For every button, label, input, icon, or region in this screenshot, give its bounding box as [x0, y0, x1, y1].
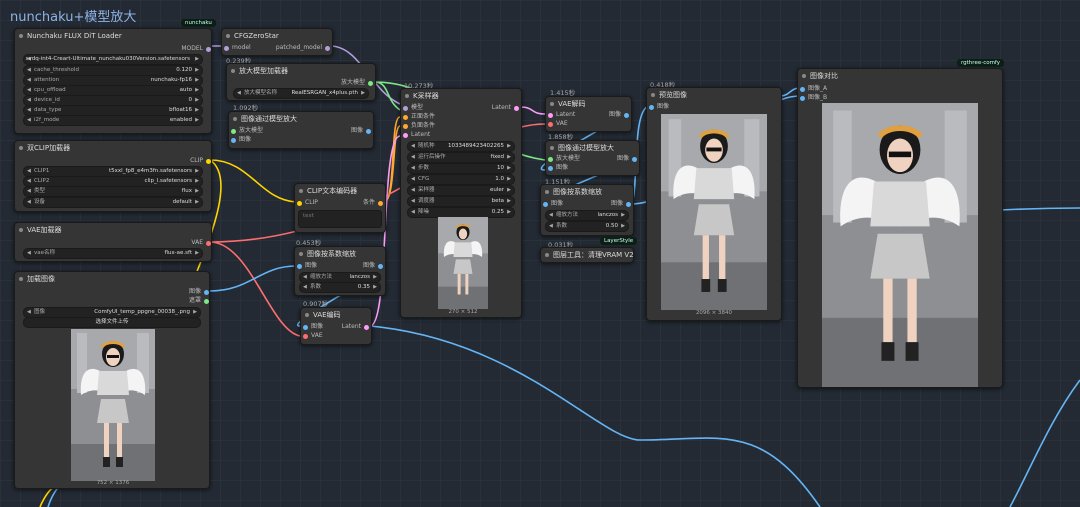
output-image[interactable]: 图像: [617, 154, 637, 164]
node-vae-encode[interactable]: VAE编码 图像 VAE Latent: [300, 307, 372, 345]
image-size-caption: 2096 × 3840: [695, 310, 733, 316]
node-title: 图像通过模型放大: [229, 112, 373, 126]
preview-output-image: [661, 114, 767, 310]
vae-name-widget[interactable]: ◀ vae名称 flux-ae.sft ▶: [23, 248, 203, 259]
output-latent[interactable]: Latent: [342, 322, 369, 332]
node-image-scale-by[interactable]: 图像按系数缩放 图像 图像 ◀ 缩放方法 lanczos ▶ ◀ 系数 0.35 ▶: [294, 246, 386, 296]
layerstyle-badge: LayerStyle: [600, 237, 638, 245]
nunchaku-badge: nunchaku: [181, 19, 216, 27]
wire-vae-1: [209, 241, 301, 337]
input-image[interactable]: 图像: [231, 135, 251, 145]
output-clip[interactable]: CLIP: [190, 156, 211, 166]
node-title: Nunchaku FLUX DiT Loader: [15, 29, 211, 43]
wire-image-9: [999, 207, 1080, 211]
clip-type-widget[interactable]: ◀ 类型 flux ▶: [23, 186, 203, 197]
output-image[interactable]: 图像: [363, 261, 383, 271]
prompt-text-area[interactable]: text: [298, 210, 382, 228]
scale-factor-widget[interactable]: ◀ 系数 0.50 ▶: [545, 221, 629, 232]
wire-image-1: [209, 265, 297, 292]
output-latent[interactable]: Latent: [492, 103, 519, 113]
portrait-image: [661, 114, 767, 310]
node-upscale-model-loader[interactable]: 放大模型加载器 放大模型 ◀ 放大模型名称 RealESRGAN_x4plus.pt…: [226, 63, 376, 101]
output-image[interactable]: 图像: [351, 126, 371, 136]
node-title: 图像对比: [798, 69, 1002, 83]
input-model[interactable]: model: [224, 43, 251, 53]
output-upscale-model[interactable]: 放大模型: [341, 78, 373, 88]
node-title: 图像通过模型放大: [546, 141, 639, 155]
scheduler-widget[interactable]: ◀ 调度器 beta ▶: [407, 196, 515, 207]
node-preview-image[interactable]: 预览图像 图像 2096 × 3840: [646, 87, 782, 321]
input-image-b[interactable]: 图像_B: [800, 93, 827, 103]
node-title: 预览图像: [647, 88, 781, 102]
input-image[interactable]: 图像: [649, 102, 669, 112]
i2f-mode-widget[interactable]: ◀ i2f_mode enabled ▶: [23, 115, 203, 126]
node-canvas[interactable]: nunchaku+模型放大 Nunchaku FLUX DiT Loader M…: [0, 0, 1080, 507]
wire-image-10: [1009, 379, 1080, 507]
node-title: 图层工具：清理VRAM V2: [541, 248, 633, 262]
node-title: CLIP文本编码器: [295, 184, 385, 198]
ksampler-preview-image: [438, 217, 488, 309]
image-size-caption: 752 × 1376: [96, 480, 130, 486]
upscale-model-name-widget[interactable]: ◀ 放大模型名称 RealESRGAN_x4plus.pth ▶: [233, 88, 369, 99]
node-title: VAE加载器: [15, 223, 211, 237]
portrait-image: [822, 103, 978, 387]
input-clip[interactable]: CLIP: [297, 198, 318, 208]
node-load-image[interactable]: 加载图像 图像 遮罩 ◀ 图像 ComfyUI_temp_ppgne_00038_.…: [14, 271, 210, 489]
wire-clip: [209, 159, 297, 203]
sampler-widget[interactable]: ◀ 采样器 euler ▶: [407, 185, 515, 196]
wire-latent-2: [519, 106, 546, 115]
output-mask[interactable]: 遮罩: [189, 296, 209, 306]
input-image[interactable]: 图像: [548, 163, 568, 173]
input-vae[interactable]: VAE: [303, 331, 323, 341]
node-title: CFGZeroStar: [222, 29, 332, 43]
scale-method-widget[interactable]: ◀ 缩放方法 lanczos ▶: [545, 210, 629, 221]
node-vae-decode[interactable]: VAE解码 Latent VAE 图像: [545, 96, 632, 132]
node-vae-loader[interactable]: VAE加载器 VAE ◀ vae名称 flux-ae.sft ▶: [14, 222, 212, 262]
input-vae[interactable]: VAE: [548, 119, 568, 129]
node-title: 放大模型加载器: [227, 64, 375, 78]
loaded-image-preview: [71, 329, 155, 481]
node-dual-clip-loader[interactable]: 双CLIP加载器 CLIP ◀ CLIP1 t5xxl_fp8_e4m3fn.saf…: [14, 140, 212, 212]
node-ksampler[interactable]: K采样器 模型 正面条件 负面条件 Latent Latent ◀ 随机种 1033…: [400, 88, 522, 318]
output-image[interactable]: 图像: [609, 110, 629, 120]
node-title: 双CLIP加载器: [15, 141, 211, 155]
comparison-image[interactable]: [822, 103, 978, 387]
node-title: K采样器: [401, 89, 521, 103]
seed-widget[interactable]: ◀ 随机种 1033489423402265 ▶: [407, 141, 515, 152]
scale-factor-widget[interactable]: ◀ 系数 0.35 ▶: [299, 282, 381, 293]
output-model[interactable]: MODEL: [123, 44, 211, 54]
clip-device-widget[interactable]: ◀ 设备 default ▶: [23, 197, 203, 208]
steps-widget[interactable]: ◀ 步数 10 ▶: [407, 163, 515, 174]
node-upscale-image-using-model-2[interactable]: 图像通过模型放大 放大模型 图像 图像: [545, 140, 640, 176]
node-image-scale-by-2[interactable]: 图像按系数缩放 图像 图像 ◀ 缩放方法 lanczos ▶ ◀ 系数 0.50 ▶: [540, 184, 634, 236]
control-after-generate-widget[interactable]: ◀ 运行后操作 fixed ▶: [407, 152, 515, 163]
node-upscale-image-using-model[interactable]: 图像通过模型放大 放大模型 图像 图像: [228, 111, 374, 149]
node-purge-vram[interactable]: 图层工具：清理VRAM V2: [540, 247, 634, 263]
output-image[interactable]: 图像: [611, 199, 631, 209]
input-latent[interactable]: Latent: [403, 130, 430, 140]
rgthree-badge: rgthree-comfy: [957, 59, 1005, 67]
cfg-widget[interactable]: ◀ CFG 1.0 ▶: [407, 174, 515, 185]
portrait-image: [71, 329, 155, 481]
input-image[interactable]: 图像: [543, 199, 563, 209]
upload-button[interactable]: 选择文件上传: [23, 317, 201, 328]
image-size-caption: 270 × 512: [448, 309, 478, 315]
node-title: VAE编码: [301, 308, 371, 322]
model-name-widget[interactable]: ◀ svdq-int4-Creart-Ultimate_nunchaku030Ve…: [23, 54, 203, 65]
node-title: 图像按系数缩放: [541, 185, 633, 199]
portrait-image: [438, 217, 488, 309]
node-title: 加载图像: [15, 272, 209, 286]
output-conditioning[interactable]: 条件: [363, 198, 383, 208]
node-cfg-zero-star[interactable]: CFGZeroStar model patched_model: [221, 28, 333, 56]
node-flux-loader[interactable]: Nunchaku FLUX DiT Loader MODEL ◀ svdq-int…: [14, 28, 212, 134]
node-image-comparer[interactable]: 图像对比 图像_A 图像_B: [797, 68, 1003, 388]
model-port-dot[interactable]: [206, 46, 211, 52]
wire-image-8: [369, 325, 821, 507]
output-patched-model[interactable]: patched_model: [276, 43, 330, 53]
node-title: 图像按系数缩放: [295, 247, 385, 261]
node-title: VAE解码: [546, 97, 631, 111]
output-vae[interactable]: VAE: [191, 238, 211, 248]
node-clip-text-encode[interactable]: CLIP文本编码器 CLIP 条件 text: [294, 183, 386, 233]
input-image[interactable]: 图像: [297, 261, 317, 271]
